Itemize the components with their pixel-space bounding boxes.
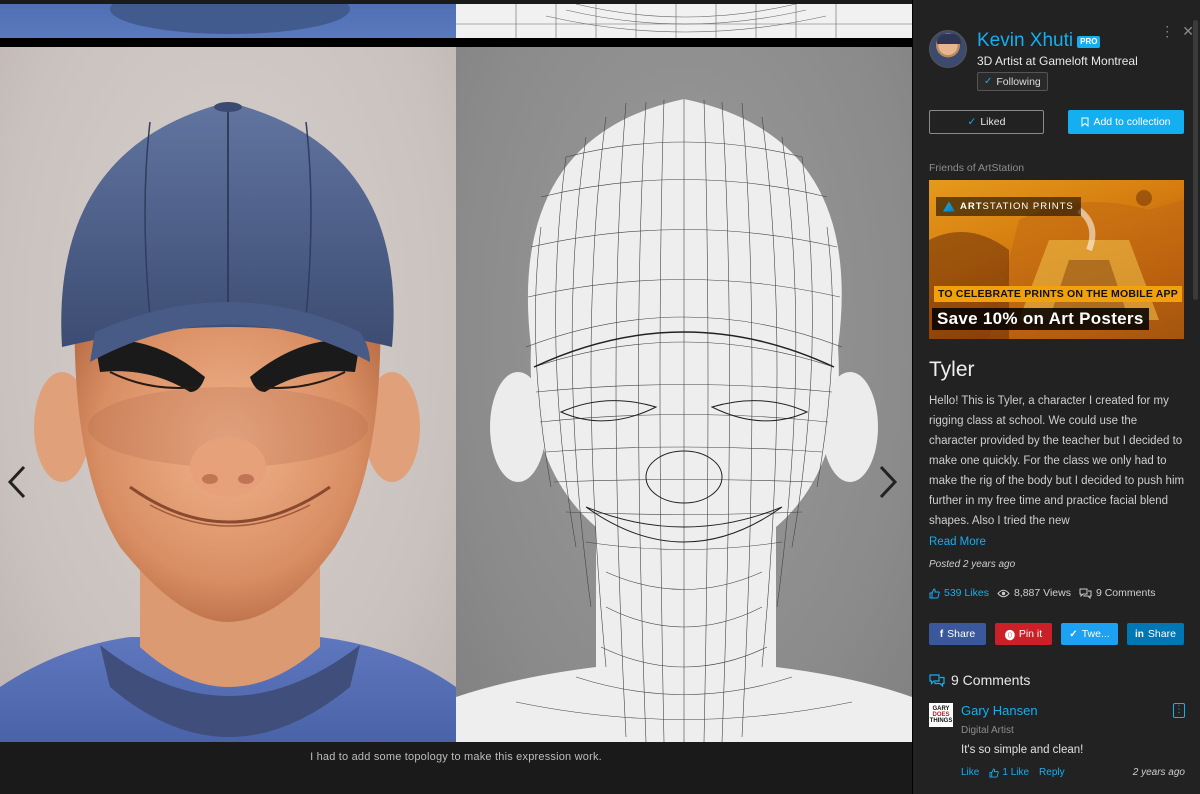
project-sidebar: ⋮ ✕ Kevin Xhuti PRO 3D Artist at Gamelof…	[912, 0, 1200, 794]
twitter-share-button[interactable]: ✓ Twe...	[1061, 623, 1118, 645]
render-half	[0, 47, 456, 742]
ad-subtitle: TO CELEBRATE PRINTS ON THE MOBILE APP	[934, 286, 1182, 302]
facebook-icon: f	[939, 628, 944, 640]
previous-artwork-image	[0, 4, 912, 38]
sidebar-scrollbar[interactable]	[1193, 20, 1198, 300]
image-viewer: I had to add some topology to make this …	[0, 0, 912, 794]
eye-icon	[997, 589, 1010, 597]
linkedin-label: Share	[1147, 628, 1176, 640]
artist-name-row: Kevin Xhuti PRO	[977, 30, 1101, 52]
thumbs-up-icon	[929, 587, 940, 598]
commenter-avatar[interactable]: GARY DOES THINGS	[929, 703, 953, 727]
project-title: Tyler	[929, 358, 975, 381]
add-to-collection-button[interactable]: Add to collection	[1068, 110, 1184, 134]
thumbs-up-icon	[989, 767, 1000, 778]
friends-of-artstation-label: Friends of ArtStation	[929, 162, 1025, 174]
read-more-link[interactable]: Read More	[929, 536, 986, 548]
comment-menu-button[interactable]: ⋮	[1173, 703, 1185, 718]
comment-text: It's so simple and clean!	[961, 744, 1084, 756]
project-actions: ✓ Liked Add to collection	[929, 110, 1184, 134]
current-artwork-image	[0, 47, 912, 742]
views-stat: 8,887 Views	[997, 587, 1071, 599]
views-count: 8,887 Views	[1013, 587, 1071, 599]
previous-image-button[interactable]	[2, 462, 32, 502]
previous-wireframe-half	[456, 4, 912, 38]
previous-render-half	[0, 4, 456, 38]
facebook-share-button[interactable]: f Share	[929, 623, 986, 645]
ad-brand-rest: STATION PRINTS	[982, 201, 1074, 212]
pinterest-pin-button[interactable]: ⓿ Pin it	[995, 623, 1052, 645]
more-options-icon[interactable]: ⋮	[1160, 24, 1174, 38]
comment-reply-button[interactable]: Reply	[1039, 767, 1065, 778]
wireframe-half	[456, 47, 912, 742]
ad-headline: Save 10% on Art Posters	[932, 308, 1149, 330]
comment-like-count[interactable]: 1 Like	[989, 767, 1029, 778]
comment-author[interactable]: Gary Hansen	[961, 703, 1038, 718]
share-buttons: f Share ⓿ Pin it ✓ Twe... in Share	[929, 623, 1185, 645]
posted-date: Posted 2 years ago	[929, 559, 1016, 570]
chevron-left-icon	[7, 465, 26, 499]
comment-author-role: Digital Artist	[961, 725, 1014, 736]
bookmark-icon	[1081, 117, 1089, 127]
sidebar-top-controls: ⋮ ✕	[1160, 24, 1194, 38]
image-caption: I had to add some topology to make this …	[310, 751, 602, 763]
likes-stat[interactable]: 539 Likes	[929, 587, 989, 599]
twitter-label: Twe...	[1081, 628, 1110, 640]
following-label: Following	[996, 75, 1041, 88]
twitter-icon: ✓	[1069, 628, 1078, 640]
comments-heading-text: 9 Comments	[951, 672, 1031, 688]
artstation-prints-ad[interactable]: ARTSTATION PRINTS TO CELEBRATE PRINTS ON…	[929, 180, 1184, 339]
likes-count[interactable]: 539 Likes	[944, 587, 989, 599]
liked-label: Liked	[980, 116, 1006, 128]
artstation-prints-logo: ARTSTATION PRINTS	[936, 197, 1081, 216]
comments-heading: 9 Comments	[929, 672, 1030, 688]
avatar[interactable]	[929, 30, 967, 68]
comment-like-button[interactable]: Like	[961, 767, 979, 778]
comment-time: 2 years ago	[1132, 767, 1185, 778]
artist-name[interactable]: Kevin Xhuti	[977, 30, 1073, 52]
comments-icon	[929, 673, 945, 687]
artist-headline: 3D Artist at Gameloft Montreal	[977, 54, 1138, 68]
facebook-share-label: Share	[947, 628, 976, 640]
comments-count: 9 Comments	[1095, 587, 1156, 599]
image-caption-bar: I had to add some topology to make this …	[0, 742, 912, 794]
pinterest-label: Pin it	[1018, 628, 1043, 640]
following-button[interactable]: ✓ Following	[977, 72, 1048, 91]
comments-stat[interactable]: 9 Comments	[1079, 587, 1156, 599]
liked-button[interactable]: ✓ Liked	[929, 110, 1044, 134]
pinterest-icon: ⓿	[1004, 630, 1015, 642]
add-to-collection-label: Add to collection	[1093, 116, 1171, 128]
avatar-text-3: THINGS	[929, 718, 953, 724]
image-separator	[0, 38, 912, 47]
close-icon[interactable]: ✕	[1182, 24, 1194, 38]
linkedin-icon: in	[1135, 628, 1144, 640]
project-stats: 539 Likes 8,887 Views 9 Comments	[929, 587, 1156, 599]
pro-badge: PRO	[1077, 36, 1101, 48]
artstation-logo-icon	[943, 201, 955, 212]
linkedin-share-button[interactable]: in Share	[1127, 623, 1184, 645]
check-icon: ✓	[967, 116, 977, 128]
comment-like-count-text: 1 Like	[1002, 767, 1030, 778]
next-image-button[interactable]	[873, 462, 903, 502]
ad-brand-bold: ART	[960, 201, 983, 212]
chevron-right-icon	[879, 465, 898, 499]
comment-item: GARY DOES THINGS Gary Hansen Digital Art…	[929, 703, 1185, 793]
comments-icon	[1079, 588, 1092, 599]
check-icon: ✓	[984, 76, 993, 87]
project-description: Hello! This is Tyler, a character I crea…	[929, 395, 1185, 527]
